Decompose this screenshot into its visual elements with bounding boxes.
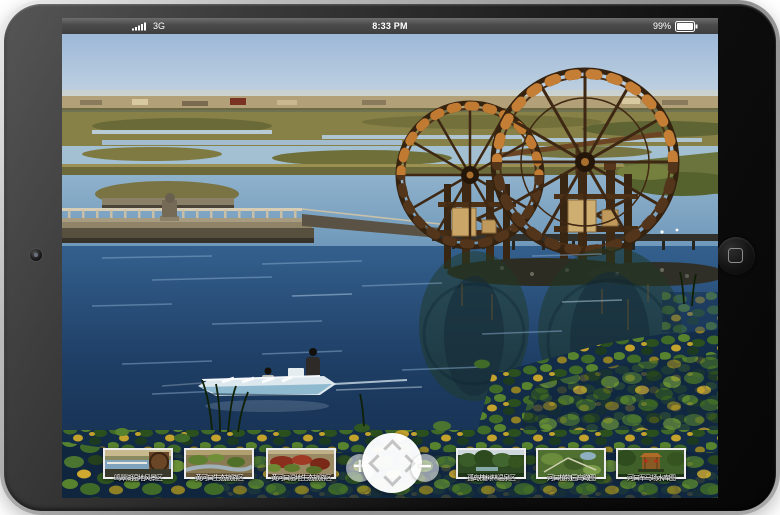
- home-button-icon: [728, 248, 743, 263]
- pan-down-icon[interactable]: [383, 468, 401, 486]
- panorama-view[interactable]: 鸣翠湖湿地风景区 黄河口生态旅游区 黄河口湿地生态旅游区 孤岛槐树林温泉区 河口…: [62, 34, 718, 498]
- thumbnail-wetland-eco[interactable]: [266, 448, 336, 479]
- panorama-scene-art: [62, 34, 718, 498]
- pan-left-icon[interactable]: [368, 454, 386, 472]
- right-waterwheel: [493, 70, 677, 254]
- clock-label: 8:33 PM: [62, 21, 718, 31]
- screenshot-stage: 3G 8:33 PM 99%: [0, 0, 780, 515]
- battery-icon: [675, 21, 698, 32]
- thumbnail-botanical-garden[interactable]: [536, 448, 606, 479]
- thumbnail-horse-farm[interactable]: [616, 448, 686, 479]
- pan-up-icon[interactable]: [383, 439, 401, 457]
- wetland-bands: [62, 112, 718, 178]
- tablet-frame: 3G 8:33 PM 99%: [0, 0, 780, 515]
- front-camera-icon: [30, 249, 42, 261]
- thumbnail-locust-forest[interactable]: [456, 448, 526, 479]
- zoom-out-button[interactable]: −: [411, 454, 439, 482]
- thumbnail-estuary-tourism[interactable]: [184, 448, 254, 479]
- status-bar: 3G 8:33 PM 99%: [62, 18, 718, 34]
- thumbnail-mingcui-lake[interactable]: [103, 448, 173, 479]
- home-button[interactable]: [717, 237, 755, 275]
- screen: 3G 8:33 PM 99%: [62, 18, 718, 498]
- battery-percent-label: 99%: [653, 21, 671, 31]
